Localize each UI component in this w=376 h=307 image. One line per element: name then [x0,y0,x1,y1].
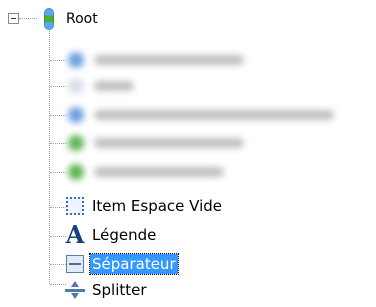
tree-node-label: Root [66,11,98,27]
separator-icon [64,253,86,275]
redacted-tree-node[interactable] [68,158,224,186]
redacted-icon [68,52,84,68]
splitter-icon [64,279,86,301]
tree-node-item-espace-vide[interactable]: Item Espace Vide [64,192,222,220]
tree-node-separateur[interactable]: Séparateur [64,250,179,278]
tree-node-legende[interactable]: A Légende [64,220,157,249]
tree-guide-line [19,18,37,19]
dotted-square-icon [64,195,86,217]
tree-node-label: Légende [92,226,157,244]
redacted-tree-node[interactable] [68,72,134,100]
redacted-icon [68,135,84,151]
redacted-icon [68,78,84,94]
tree-node-root[interactable]: Root [38,5,98,33]
redacted-tree-node[interactable] [68,129,244,157]
tree-node-label: Splitter [92,281,147,299]
tree-guide-line [49,31,50,284]
redacted-icon [68,164,84,180]
redacted-tree-node[interactable] [68,46,244,74]
tree-node-label: Item Espace Vide [92,197,223,215]
tree-node-label: Séparateur [89,253,179,275]
collapse-toggle[interactable] [8,13,19,24]
tree-node-splitter[interactable]: Splitter [64,276,147,304]
redacted-icon [68,107,84,123]
letter-a-icon: A [65,220,85,249]
redacted-tree-node[interactable] [68,101,334,129]
tree-view: Root Item Espace Vide A Légende Séparate… [0,0,376,307]
traffic-light-icon [38,8,60,30]
